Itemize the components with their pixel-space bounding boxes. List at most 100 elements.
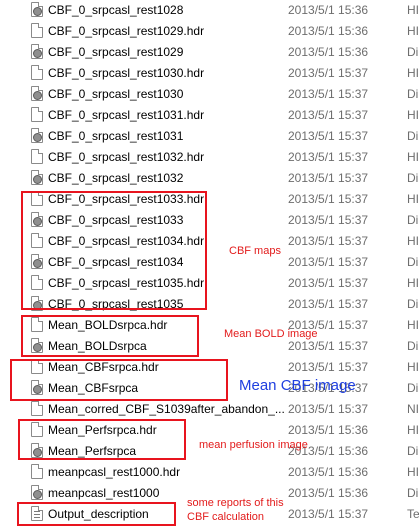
file-row[interactable]: CBF_0_srpcasl_rest1035.hdr 2013/5/1 15:37… (0, 273, 419, 294)
file-icon (31, 65, 43, 80)
file-type: Di (407, 171, 419, 185)
image-file-icon (31, 485, 43, 500)
file-name: Output_description (48, 507, 149, 521)
file-row[interactable]: Mean_corred_CBF_S1039after_abandon_... 20… (0, 399, 419, 420)
file-type: HI (407, 192, 419, 206)
file-name: Mean_Perfsrpca (48, 444, 137, 458)
image-file-icon (31, 380, 43, 395)
file-row[interactable]: CBF_0_srpcasl_rest1030 2013/5/1 15:37 Di (0, 84, 419, 105)
image-file-icon (31, 338, 43, 353)
file-name: CBF_0_srpcasl_rest1033.hdr (48, 192, 205, 206)
file-row[interactable]: Mean_CBFsrpca 2013/5/1 15:37 Di (0, 378, 419, 399)
file-type: HI (407, 423, 419, 437)
file-name: CBF_0_srpcasl_rest1034 (48, 255, 184, 269)
file-name: CBF_0_srpcasl_rest1035.hdr (48, 276, 205, 290)
file-row[interactable]: CBF_0_srpcasl_rest1035 2013/5/1 15:37 Di (0, 294, 419, 315)
file-icon (31, 107, 43, 122)
file-row[interactable]: CBF_0_srpcasl_rest1032 2013/5/1 15:37 Di (0, 168, 419, 189)
file-date-modified: 2013/5/1 15:37 (288, 255, 369, 269)
file-type: Di (407, 486, 419, 500)
file-row[interactable]: CBF_0_srpcasl_rest1030.hdr 2013/5/1 15:37… (0, 63, 419, 84)
file-row[interactable]: Mean_BOLDsrpca.hdr 2013/5/1 15:37 HI (0, 315, 419, 336)
file-row[interactable]: CBF_0_srpcasl_rest1031 2013/5/1 15:37 Di (0, 126, 419, 147)
image-file-icon (31, 86, 43, 101)
file-icon (31, 359, 43, 374)
file-name: CBF_0_srpcasl_rest1030 (48, 87, 184, 101)
file-icon (31, 191, 43, 206)
file-name: CBF_0_srpcasl_rest1031 (48, 129, 184, 143)
file-icon (31, 149, 43, 164)
text-file-icon (31, 506, 43, 521)
file-name: CBF_0_srpcasl_rest1035 (48, 297, 184, 311)
file-date-modified: 2013/5/1 15:37 (288, 402, 369, 416)
file-date-modified: 2013/5/1 15:37 (288, 360, 369, 374)
file-type: HI (407, 150, 419, 164)
file-date-modified: 2013/5/1 15:37 (288, 339, 369, 353)
file-type: HI (407, 276, 419, 290)
image-file-icon (31, 44, 43, 59)
file-name: meanpcasl_rest1000 (48, 486, 160, 500)
file-date-modified: 2013/5/1 15:36 (288, 486, 369, 500)
file-date-modified: 2013/5/1 15:37 (288, 108, 369, 122)
file-date-modified: 2013/5/1 15:37 (288, 213, 369, 227)
file-row[interactable]: meanpcasl_rest1000.hdr 2013/5/1 15:36 HI (0, 462, 419, 483)
file-date-modified: 2013/5/1 15:36 (288, 45, 369, 59)
file-date-modified: 2013/5/1 15:37 (288, 297, 369, 311)
file-date-modified: 2013/5/1 15:37 (288, 276, 369, 290)
file-name: Mean_corred_CBF_S1039after_abandon_... (48, 402, 285, 416)
mean-perfusion-annotation: mean perfusion image (199, 439, 308, 451)
image-file-icon (31, 296, 43, 311)
file-icon (31, 422, 43, 437)
file-row[interactable]: CBF_0_srpcasl_rest1033 2013/5/1 15:37 Di (0, 210, 419, 231)
file-date-modified: 2013/5/1 15:37 (288, 66, 369, 80)
file-date-modified: 2013/5/1 15:36 (288, 423, 369, 437)
file-type: Di (407, 444, 419, 458)
file-name: CBF_0_srpcasl_rest1031.hdr (48, 108, 205, 122)
file-type: Di (407, 87, 419, 101)
file-date-modified: 2013/5/1 15:37 (288, 192, 369, 206)
file-date-modified: 2013/5/1 15:37 (288, 129, 369, 143)
file-row[interactable]: CBF_0_srpcasl_rest1029 2013/5/1 15:36 Di (0, 42, 419, 63)
file-type: HI (407, 465, 419, 479)
cbf-maps-annotation: CBF maps (229, 245, 281, 257)
file-date-modified: 2013/5/1 15:36 (288, 24, 369, 38)
file-icon (31, 275, 43, 290)
file-name: Mean_BOLDsrpca.hdr (48, 318, 168, 332)
image-file-icon (31, 212, 43, 227)
file-type: HI (407, 24, 419, 38)
file-type: HI (407, 234, 419, 248)
file-list-view: CBF_0_srpcasl_rest1028 2013/5/1 15:36 HI CB… (0, 0, 419, 526)
file-name: Mean_CBFsrpca.hdr (48, 360, 159, 374)
file-icon (31, 401, 43, 416)
file-date-modified: 2013/5/1 15:37 (288, 507, 369, 521)
file-type: Di (407, 297, 419, 311)
file-name: Mean_Perfsrpca.hdr (48, 423, 157, 437)
file-type: HI (407, 3, 419, 17)
file-row[interactable]: CBF_0_srpcasl_rest1031.hdr 2013/5/1 15:37… (0, 105, 419, 126)
file-name: meanpcasl_rest1000.hdr (48, 465, 181, 479)
image-file-icon (31, 443, 43, 458)
file-date-modified: 2013/5/1 15:36 (288, 465, 369, 479)
file-name: CBF_0_srpcasl_rest1029 (48, 45, 184, 59)
file-name: CBF_0_srpcasl_rest1028 (48, 3, 184, 17)
file-row[interactable]: CBF_0_srpcasl_rest1034 2013/5/1 15:37 Di (0, 252, 419, 273)
file-type: HI (407, 360, 419, 374)
file-row[interactable]: CBF_0_srpcasl_rest1029.hdr 2013/5/1 15:36… (0, 21, 419, 42)
file-name: CBF_0_srpcasl_rest1030.hdr (48, 66, 205, 80)
file-date-modified: 2013/5/1 15:37 (288, 234, 369, 248)
file-icon (31, 317, 43, 332)
file-row[interactable]: CBF_0_srpcasl_rest1034.hdr 2013/5/1 15:37… (0, 231, 419, 252)
file-name: CBF_0_srpcasl_rest1034.hdr (48, 234, 205, 248)
file-name: Mean_CBFsrpca (48, 381, 139, 395)
file-row[interactable]: CBF_0_srpcasl_rest1032.hdr 2013/5/1 15:37… (0, 147, 419, 168)
file-row[interactable]: CBF_0_srpcasl_rest1033.hdr 2013/5/1 15:37… (0, 189, 419, 210)
file-type: Di (407, 255, 419, 269)
file-icon (31, 23, 43, 38)
file-row[interactable]: Mean_BOLDsrpca 2013/5/1 15:37 Di (0, 336, 419, 357)
file-date-modified: 2013/5/1 15:37 (288, 171, 369, 185)
file-row[interactable]: CBF_0_srpcasl_rest1028 2013/5/1 15:36 HI (0, 0, 419, 21)
file-row[interactable]: Mean_CBFsrpca.hdr 2013/5/1 15:37 HI (0, 357, 419, 378)
image-file-icon (31, 254, 43, 269)
file-name: CBF_0_srpcasl_rest1032 (48, 171, 184, 185)
file-name: CBF_0_srpcasl_rest1033 (48, 213, 184, 227)
